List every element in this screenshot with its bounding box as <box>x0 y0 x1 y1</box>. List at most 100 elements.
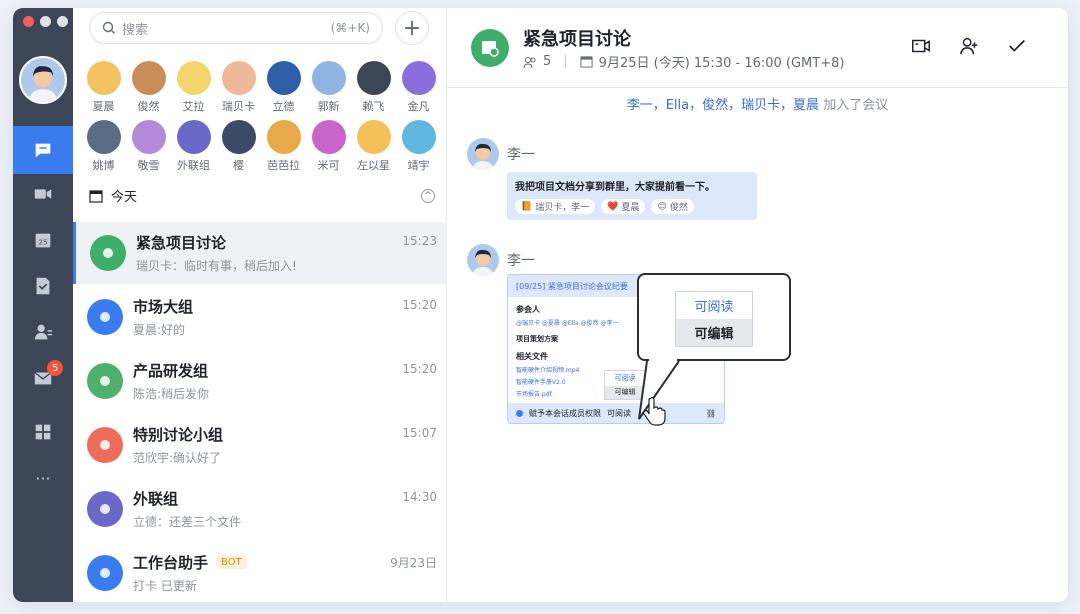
contact-avatar <box>356 120 391 154</box>
conversation-preview: 瑞贝卡：临时有事，稍后加入! <box>136 259 297 273</box>
app-window: 25 5 ··· 搜索 (⌘+K) + 夏晨 俊然 艾拉 瑞贝卡 立德 郭新 赖飞 金凡 姚博敬… <box>13 8 1068 602</box>
reaction-chip[interactable]: 📙 瑞贝卡，李一 <box>515 199 596 214</box>
left-rail: 25 5 ··· <box>13 8 73 602</box>
sender-name: 李一 <box>507 253 535 269</box>
calendar-icon: 25 <box>35 233 51 248</box>
conversation-item[interactable]: 工作台助手 BOT 打卡 已更新 9月23日 <box>73 542 447 602</box>
reaction-emoji: 📙 <box>521 201 533 212</box>
reaction-chip[interactable]: 😊 俊然 <box>651 199 694 214</box>
group-avatar[interactable] <box>471 29 509 67</box>
zoom-window-button[interactable] <box>57 16 68 27</box>
message-bubble[interactable]: 我把项目文档分享到群里，大家提前看一下。 📙 瑞贝卡，李一 ❤️ 夏晨 😊 俊然 <box>507 172 757 220</box>
conversation-title: 产品研发组 <box>133 362 209 380</box>
reaction-users: 俊然 <box>669 203 688 213</box>
contact-name: 立德 <box>272 100 295 113</box>
conversation-title-row: 工作台助手 BOT <box>133 552 390 573</box>
members-icon <box>523 56 536 68</box>
contact-11[interactable]: 外联组 <box>171 120 216 173</box>
contact-13[interactable]: 芭芭拉 <box>261 120 306 173</box>
collapse-section-button[interactable]: ^ <box>421 188 435 203</box>
permission-callout: 可阅读 可编辑 <box>637 273 791 420</box>
conversation-time: 9月23日 <box>390 556 437 570</box>
contact-6[interactable]: 郭新 <box>306 61 351 114</box>
conversation-preview: 陈浩:稍后发你 <box>133 387 210 401</box>
minimize-window-button[interactable] <box>40 16 51 27</box>
group-icon <box>100 568 110 578</box>
add-member-icon[interactable] <box>958 35 980 57</box>
link-icon[interactable]: ⛓ <box>706 409 716 418</box>
rail-messages-button[interactable] <box>13 126 73 174</box>
search-bar[interactable]: 搜索 (⌘+K) <box>89 12 383 44</box>
conversation-item[interactable]: 外联组 立德：还差三个文件 14:30 <box>73 478 447 540</box>
grid-apps-icon <box>35 424 51 440</box>
member-count: 5 <box>543 54 552 69</box>
contact-name: 艾拉 <box>182 100 205 113</box>
conversation-time: 14:30 <box>402 490 437 504</box>
conversation-title: 工作台助手 <box>133 554 209 572</box>
conversation-title-row: 产品研发组 <box>133 360 402 381</box>
option-can-edit[interactable]: 可编辑 <box>676 319 752 346</box>
contact-name: 米可 <box>317 159 340 172</box>
contact-name: 夏晨 <box>92 100 115 113</box>
video-call-icon[interactable] <box>910 35 932 57</box>
contact-8[interactable]: 金凡 <box>396 61 441 114</box>
close-window-button[interactable] <box>23 16 34 27</box>
calendar-group-icon <box>482 41 499 57</box>
sender-avatar[interactable] <box>467 138 499 170</box>
rail-more-button[interactable]: ··· <box>13 454 73 502</box>
system-notice: 李一，Ella，俊然，瑞贝卡，夏晨 加入了会议 <box>447 94 1068 113</box>
sender-avatar-icon <box>472 143 494 170</box>
conversation-preview: 范欣宇:确认好了 <box>133 451 222 465</box>
reaction-chip[interactable]: ❤️ 夏晨 <box>601 199 646 214</box>
contact-14[interactable]: 米可 <box>306 120 351 173</box>
rail-docs-button[interactable] <box>13 262 73 310</box>
frequent-contacts: 夏晨 俊然 艾拉 瑞贝卡 立德 郭新 赖飞 金凡姚博 敬雪 外联组 樱 芭芭拉 米可 左以星 靖宇 <box>81 61 443 173</box>
conversation-time: 15:23 <box>402 234 437 248</box>
chat-bubble-icon <box>35 143 51 158</box>
plus-icon: + <box>402 15 422 41</box>
conversation-item[interactable]: 紧急项目讨论瑞贝卡：临时有事，稍后加入! 15:23 <box>73 222 447 284</box>
header-actions <box>910 35 1028 57</box>
conversation-item[interactable]: 市场大组 夏晨:好的 15:20 <box>73 286 447 348</box>
search-shortcut: (⌘+K) <box>330 21 370 35</box>
window-controls <box>23 16 68 27</box>
rail-mail-button[interactable]: 5 <box>13 354 73 402</box>
rail-video-button[interactable] <box>13 170 73 218</box>
chat-title: 紧急项目讨论 <box>523 29 631 50</box>
permission-select[interactable]: 可阅读 <box>607 408 631 419</box>
sender-avatar[interactable] <box>467 244 499 276</box>
conversation-body: 工作台助手 BOT 打卡 已更新 <box>133 552 390 594</box>
contact-avatar <box>221 120 256 154</box>
contact-5[interactable]: 立德 <box>261 61 306 114</box>
rail-calendar-button[interactable]: 25 <box>13 216 73 264</box>
conversation-item[interactable]: 产品研发组 陈浩:稍后发你 15:20 <box>73 350 447 412</box>
conversation-title-row: 紧急项目讨论 <box>136 232 402 253</box>
rail-apps-button[interactable] <box>13 408 73 456</box>
conversation-title: 市场大组 <box>133 298 194 316</box>
contact-2[interactable]: 俊然 <box>126 61 171 114</box>
contact-10[interactable]: 敬雪 <box>126 120 171 173</box>
contact-16[interactable]: 靖宇 <box>396 120 441 173</box>
contact-avatar <box>86 120 121 154</box>
contact-15[interactable]: 左以星 <box>351 120 396 173</box>
contact-9[interactable]: 姚博 <box>81 120 126 173</box>
joined-action: 加入了会议 <box>819 98 889 113</box>
contact-12[interactable]: 樱 <box>216 120 261 173</box>
message-text: 我把项目文档分享到群里，大家提前看一下。 <box>515 182 715 193</box>
contact-3[interactable]: 艾拉 <box>171 61 216 114</box>
contact-name: 赖飞 <box>362 100 385 113</box>
user-avatar[interactable] <box>19 56 67 104</box>
contact-7[interactable]: 赖飞 <box>351 61 396 114</box>
conversation-list-pane: 搜索 (⌘+K) + 夏晨 俊然 艾拉 瑞贝卡 立德 郭新 赖飞 金凡 姚博 敬雪 外联组樱芭芭拉米… <box>73 8 447 602</box>
conversation-item[interactable]: 特别讨论小组 范欣宇:确认好了 15:07 <box>73 414 447 476</box>
conversation-title-row: 外联组 <box>133 488 402 509</box>
contact-avatar <box>131 120 166 154</box>
contact-4[interactable]: 瑞贝卡 <box>216 61 261 114</box>
reaction-users: 夏晨 <box>621 203 640 213</box>
option-can-read[interactable]: 可阅读 <box>676 292 752 319</box>
rail-contacts-button[interactable] <box>13 308 73 356</box>
contact-1[interactable]: 夏晨 <box>81 61 126 114</box>
new-chat-button[interactable]: + <box>395 11 429 45</box>
check-icon[interactable] <box>1006 35 1028 57</box>
reaction-emoji: ❤️ <box>607 201 619 212</box>
